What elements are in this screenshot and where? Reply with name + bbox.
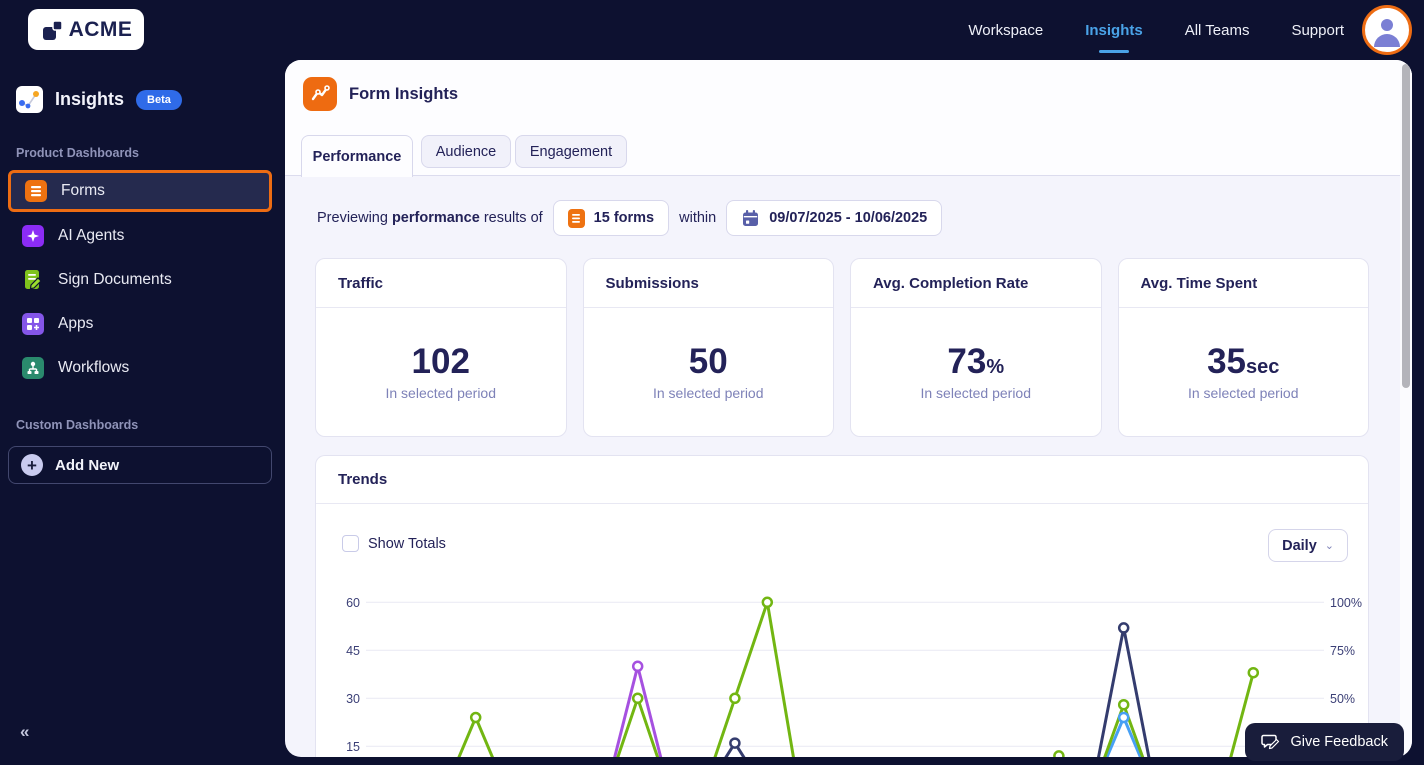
svg-text:15: 15 <box>346 740 360 754</box>
trends-chart-area: 6045301525%50%75%100% <box>316 586 1368 757</box>
sidebar-item-label: Workflows <box>58 359 130 376</box>
workflows-icon <box>22 357 44 379</box>
sidebar-item-label: Forms <box>61 182 105 199</box>
tab-performance[interactable]: Performance <box>301 135 413 177</box>
active-nav-underline <box>1098 49 1129 53</box>
sidebar-menu: Forms AI Agents Sign Documents Apps Work… <box>8 170 272 390</box>
person-icon <box>1374 19 1400 47</box>
beta-badge: Beta <box>136 89 182 110</box>
sidebar-item-label: Sign Documents <box>58 271 172 288</box>
feedback-label: Give Feedback <box>1290 734 1388 750</box>
stat-caption: In selected period <box>1187 385 1299 401</box>
page-title: Form Insights <box>349 84 459 103</box>
preview-text: Previewing performance results of <box>317 210 543 226</box>
tab-audience[interactable]: Audience <box>421 135 511 168</box>
date-range-button[interactable]: 09/07/2025 - 10/06/2025 <box>726 200 943 236</box>
acme-logo-icon <box>42 19 63 40</box>
ai-agents-icon <box>22 225 44 247</box>
sidebar-item-workflows[interactable]: Workflows <box>8 346 272 390</box>
app-name: Insights <box>55 89 125 109</box>
nav-link-all-teams[interactable]: All Teams <box>1183 16 1252 45</box>
trends-title: Trends <box>316 456 1368 504</box>
stat-title: Avg. Time Spent <box>1118 259 1368 308</box>
within-label: within <box>679 210 717 226</box>
stat-card-completion-rate: Avg. Completion Rate 73% In selected per… <box>850 258 1102 437</box>
forms-filter-button[interactable]: 15 forms <box>552 200 670 236</box>
sidebar-item-sign-documents[interactable]: Sign Documents <box>8 258 272 302</box>
forms-count-label: 15 forms <box>593 210 655 226</box>
feedback-icon <box>1261 734 1280 750</box>
top-nav-links: Workspace Insights All Teams Support <box>966 0 1346 60</box>
date-range-label: 09/07/2025 - 10/06/2025 <box>769 210 928 226</box>
main-panel: Form Insights Performance Audience Engag… <box>285 60 1412 757</box>
top-navigation-bar: ACME Workspace Insights All Teams Suppor… <box>0 0 1424 60</box>
svg-text:100%: 100% <box>1330 596 1362 610</box>
brand-name: ACME <box>68 17 133 41</box>
svg-text:50%: 50% <box>1330 692 1355 706</box>
stat-value: 73% <box>947 342 1005 381</box>
trends-line-chart[interactable]: 6045301525%50%75%100% <box>316 586 1368 757</box>
sidebar-item-apps[interactable]: Apps <box>8 302 272 346</box>
sidebar-item-label: AI Agents <box>58 227 125 244</box>
app-window: ACME Workspace Insights All Teams Suppor… <box>0 0 1424 765</box>
section-label-custom-dashboards: Custom Dashboards <box>16 418 139 432</box>
section-label-product-dashboards: Product Dashboards <box>16 146 139 160</box>
nav-link-support[interactable]: Support <box>1289 16 1346 45</box>
interval-dropdown[interactable]: Daily ⌄ <box>1268 529 1348 562</box>
sign-documents-icon <box>22 269 44 291</box>
form-icon <box>567 208 585 228</box>
svg-text:60: 60 <box>346 596 360 610</box>
panel-header: Form Insights Performance Audience Engag… <box>285 60 1412 177</box>
svg-text:30: 30 <box>346 692 360 706</box>
stat-card-traffic: Traffic 102 In selected period <box>315 258 567 437</box>
show-totals-label: Show Totals <box>368 535 446 552</box>
add-new-dashboard-button[interactable]: + Add New <box>8 446 272 484</box>
sidebar: Insights Beta Product Dashboards Forms A… <box>0 60 285 765</box>
acme-logo[interactable]: ACME <box>28 9 144 50</box>
stats-row: Traffic 102 In selected period Submissio… <box>315 258 1369 437</box>
plus-circle-icon: + <box>21 454 43 476</box>
give-feedback-button[interactable]: Give Feedback <box>1245 723 1404 761</box>
forms-icon <box>25 180 47 202</box>
sidebar-item-ai-agents[interactable]: AI Agents <box>8 214 272 258</box>
scrollbar-track[interactable] <box>1400 60 1412 757</box>
preview-summary-row: Previewing performance results of 15 for… <box>317 200 943 236</box>
stat-card-time-spent: Avg. Time Spent 35sec In selected period <box>1117 258 1369 437</box>
stat-value: 35sec <box>1207 342 1280 381</box>
nav-link-workspace[interactable]: Workspace <box>966 16 1045 45</box>
stat-title: Avg. Completion Rate <box>851 259 1101 308</box>
sidebar-app-header: Insights Beta <box>16 86 182 113</box>
stat-card-submissions: Submissions 50 In selected period <box>582 258 834 437</box>
stat-title: Submissions <box>583 259 833 308</box>
stat-caption: In selected period <box>385 385 497 401</box>
user-avatar[interactable] <box>1362 5 1412 55</box>
svg-text:75%: 75% <box>1330 644 1355 658</box>
calendar-icon <box>743 209 759 226</box>
show-totals-control[interactable]: Show Totals <box>342 535 446 552</box>
stat-caption: In selected period <box>652 385 764 401</box>
show-totals-checkbox[interactable] <box>342 535 359 552</box>
sidebar-item-forms[interactable]: Forms <box>8 170 272 212</box>
apps-icon <box>22 313 44 335</box>
sidebar-item-label: Apps <box>58 315 94 332</box>
form-insights-icon <box>303 77 337 111</box>
stat-caption: In selected period <box>920 385 1032 401</box>
stat-value: 50 <box>688 342 728 381</box>
trends-card: Trends Show Totals Daily ⌄ 6045301525%50… <box>315 455 1369 757</box>
insights-app-icon <box>16 86 43 113</box>
collapse-sidebar-icon[interactable]: « <box>20 722 30 742</box>
nav-link-insights[interactable]: Insights <box>1083 16 1145 53</box>
scrollbar-thumb[interactable] <box>1402 64 1410 388</box>
chevron-down-icon: ⌄ <box>1324 540 1334 552</box>
tab-engagement[interactable]: Engagement <box>515 135 627 168</box>
stat-title: Traffic <box>316 259 566 308</box>
add-new-label: Add New <box>55 456 120 474</box>
svg-text:45: 45 <box>346 644 360 658</box>
stat-value: 102 <box>411 342 470 381</box>
interval-value: Daily <box>1282 537 1317 554</box>
